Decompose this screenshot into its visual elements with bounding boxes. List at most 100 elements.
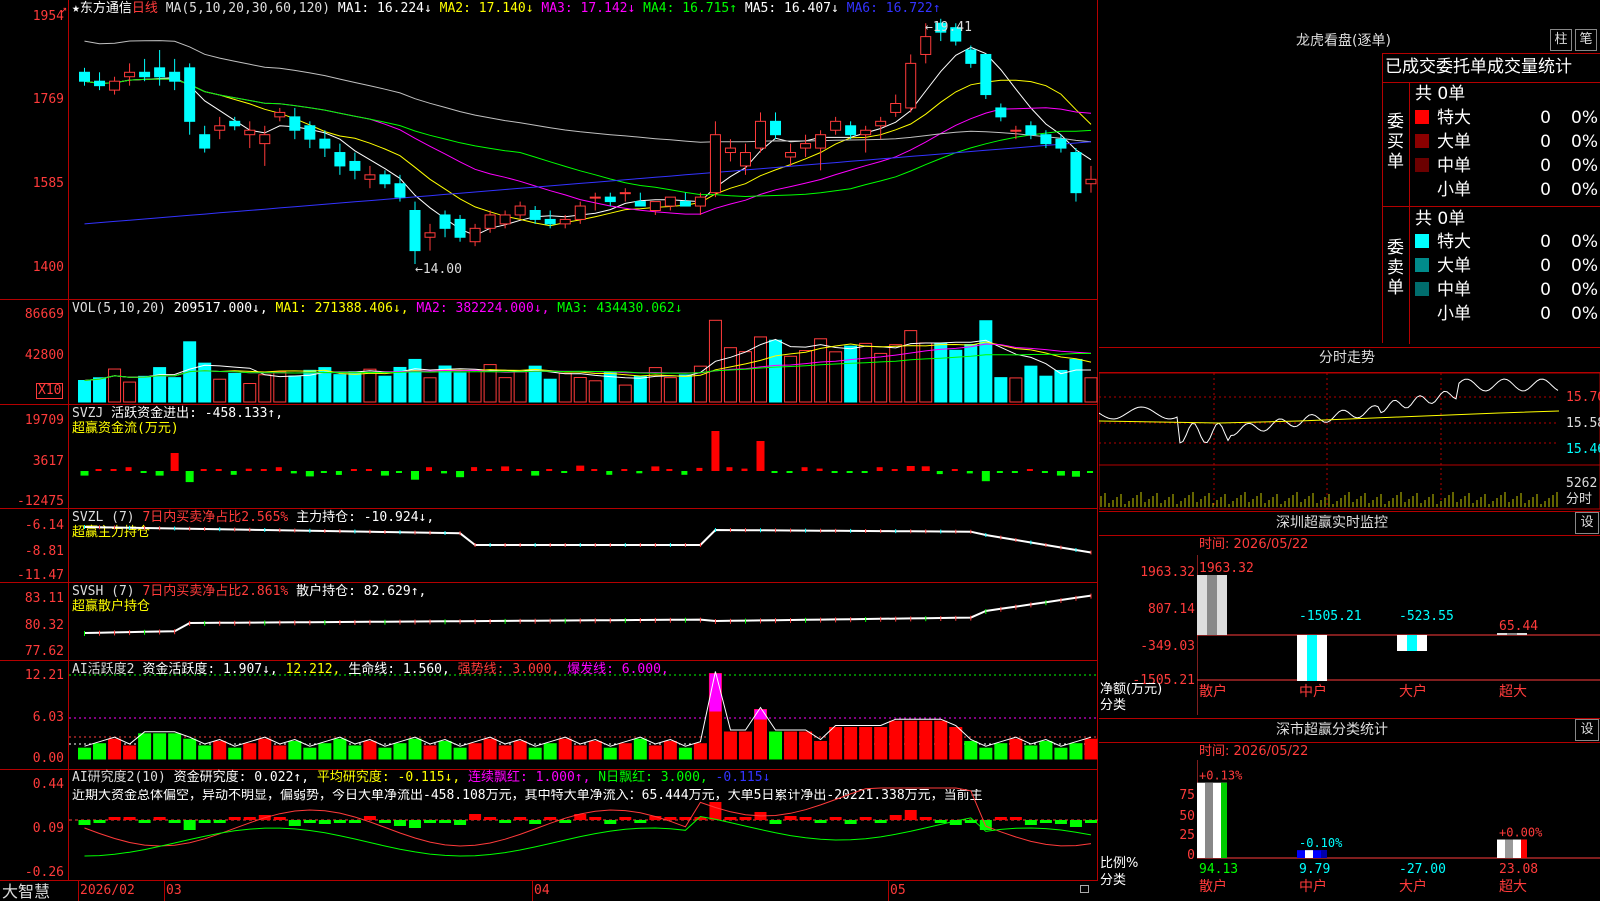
activity-bar <box>814 740 828 760</box>
intraday-title: 分时走势 <box>1319 350 1375 366</box>
flow-bar <box>140 471 147 473</box>
flow-bar <box>531 471 540 476</box>
kline-chart-area[interactable]: ★东方通信日线 MA(5,10,20,30,60,120) MA1: 16.22… <box>0 0 1098 880</box>
main-holding-line <box>84 526 1092 554</box>
activity-bar <box>693 743 707 760</box>
candle <box>845 125 857 136</box>
buy-side-label: 委买单 <box>1387 112 1404 172</box>
flow-bar <box>741 468 748 471</box>
sz-bar-category: 散户 <box>1199 683 1227 700</box>
flow-bar <box>320 471 327 473</box>
research-bar <box>859 817 872 820</box>
sz-bar-category: 大户 <box>1399 683 1427 700</box>
flow-bar <box>951 469 958 471</box>
activity-bar <box>1024 745 1038 760</box>
candle <box>1010 129 1022 132</box>
volume-bar <box>1024 365 1038 403</box>
research-bar <box>559 820 572 823</box>
ai-active-chart[interactable] <box>69 661 1098 769</box>
volume-bar <box>769 339 783 403</box>
candle <box>724 147 736 154</box>
flow-bar <box>215 469 222 471</box>
bar-mode-button[interactable]: 柱 <box>1550 29 1572 51</box>
volume-bar <box>543 378 557 403</box>
stats-row-name: 大单 <box>1437 256 1471 276</box>
candle <box>739 152 751 167</box>
flow-bar <box>906 466 915 471</box>
flow-bar <box>546 469 553 471</box>
flow-bar <box>501 466 510 471</box>
buy-total: 共 0单 <box>1415 84 1466 104</box>
volume-bar <box>979 320 993 403</box>
candle <box>785 152 797 158</box>
stats-row: 特大 0 0% <box>1411 106 1600 128</box>
sz-bar-category: 超大 <box>1499 684 1527 700</box>
research-bar <box>619 817 632 820</box>
color-swatch <box>1415 282 1429 296</box>
activity-bar <box>153 733 167 760</box>
vol-unit-badge: X10 <box>36 383 64 399</box>
research-bar <box>934 820 947 823</box>
volume-bar <box>889 344 903 403</box>
flow-bar <box>395 471 402 473</box>
flow-bar <box>80 471 89 476</box>
research-bar <box>709 802 722 820</box>
intraday-chart[interactable] <box>1099 373 1600 510</box>
lock-icon[interactable] <box>1080 885 1089 893</box>
flow-bar <box>966 471 973 474</box>
stats-row-count: 0 <box>1540 280 1551 300</box>
flow-bar <box>936 471 943 475</box>
volume-bar <box>378 375 392 403</box>
research-bar <box>363 816 376 820</box>
date-label: 04 <box>534 883 550 898</box>
research-bar <box>228 817 241 820</box>
volume-bar <box>678 374 692 403</box>
activity-bar <box>874 727 888 760</box>
volume-bar <box>228 372 242 403</box>
fund-flow-chart[interactable] <box>69 405 1098 508</box>
flow-bar <box>456 471 465 478</box>
intraday-price: 15.58 <box>1566 416 1600 431</box>
research-bar <box>889 815 902 820</box>
flow-bar <box>516 469 523 471</box>
research-bar <box>634 820 647 823</box>
candle <box>514 205 526 216</box>
flow-bar <box>576 465 585 471</box>
sz-monitor-chart[interactable]: 1963.32 散户 -1505.21 中户 -523.55 大户 65.44 超大 <box>1197 555 1600 715</box>
fl-cat-label: 分类 <box>1100 873 1127 888</box>
research-bar <box>408 820 421 828</box>
activity-bar <box>934 720 948 760</box>
sz-time: 时间: 2026/05/22 <box>1199 537 1309 552</box>
flow-bar <box>666 469 673 471</box>
color-swatch <box>1415 134 1429 148</box>
research-bar <box>78 820 91 825</box>
retail-holding-chart[interactable] <box>69 583 1098 660</box>
tick-mode-button[interactable]: 笔 <box>1575 29 1597 51</box>
candlestick-chart[interactable] <box>69 0 1098 299</box>
stats-row-pct: 0% <box>1571 156 1598 176</box>
ai-research-chart[interactable] <box>69 770 1098 880</box>
fl-bar-category: 中户 <box>1299 878 1327 895</box>
candle <box>754 120 766 149</box>
volume-bar <box>1084 377 1098 403</box>
main-holding-chart[interactable] <box>69 509 1098 582</box>
activity-bar <box>273 745 287 760</box>
sell-side-label: 委卖单 <box>1387 238 1404 298</box>
activity-bar <box>603 747 617 760</box>
flow-bar <box>1056 471 1065 476</box>
flow-bar <box>170 453 179 471</box>
candle <box>424 232 436 238</box>
stats-row-name: 小单 <box>1437 180 1471 200</box>
stats-row-pct: 0% <box>1571 180 1598 200</box>
candle <box>289 116 301 131</box>
stats-row-pct: 0% <box>1571 304 1598 324</box>
stats-row-pct: 0% <box>1571 108 1598 128</box>
class-settings-button[interactable]: 设 <box>1575 719 1599 741</box>
sz-class-chart[interactable]: +0.13% 94.13散户 -0.10% 9.79中户 -27.00大户 +0.00% 2… <box>1197 760 1600 900</box>
flow-bar <box>1071 471 1080 477</box>
sz-settings-button[interactable]: 设 <box>1575 512 1599 534</box>
intraday-price-line <box>1099 378 1559 444</box>
candle <box>184 67 196 122</box>
volume-chart[interactable] <box>69 300 1098 404</box>
activity-bar <box>558 738 572 760</box>
